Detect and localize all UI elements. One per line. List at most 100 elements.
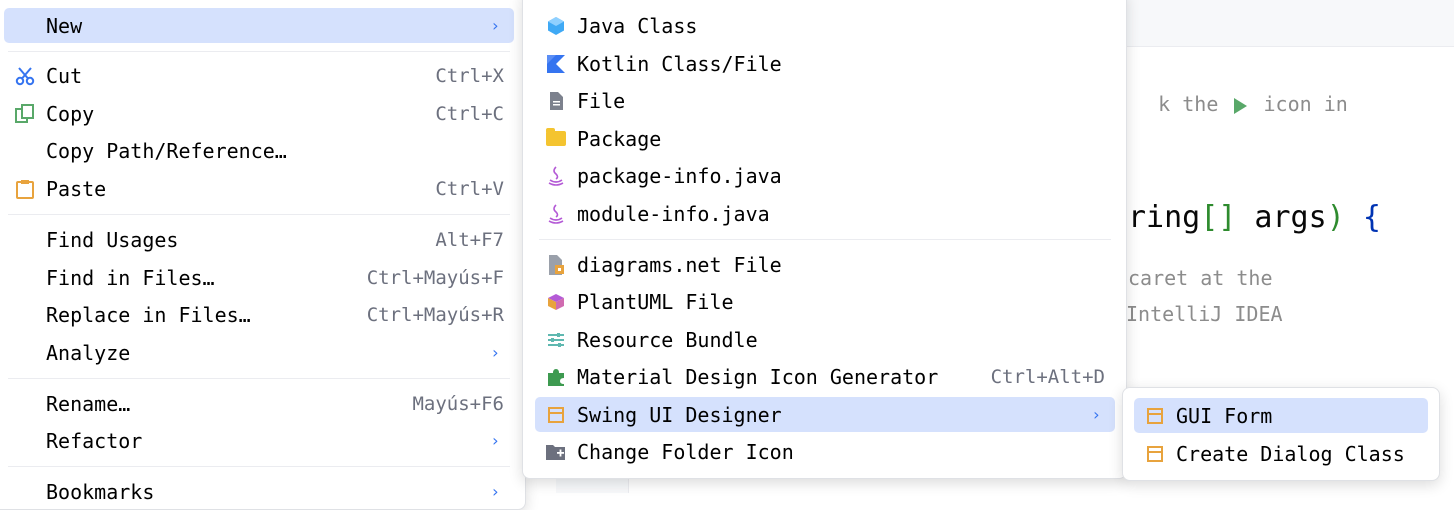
- menu-item-create-dialog-class[interactable]: Create Dialog Class: [1134, 436, 1428, 471]
- code-text: ring: [1128, 200, 1201, 235]
- file-icon: [545, 90, 567, 112]
- menu-item-label: Replace in Files…: [46, 302, 251, 327]
- menu-item-label: Paste: [46, 176, 107, 201]
- menu-item-find-in-files[interactable]: Find in Files… Ctrl+Mayús+F: [4, 260, 514, 295]
- menu-item-paste[interactable]: Paste Ctrl+V: [4, 171, 514, 206]
- scissors-icon: [14, 65, 36, 87]
- java-file-icon: [545, 203, 567, 225]
- code-text: k the: [1158, 92, 1219, 116]
- gui-form-icon: [1144, 405, 1166, 427]
- swing-form-icon: [545, 404, 567, 426]
- chevron-right-icon: ›: [490, 16, 500, 35]
- menu-item-find-usages[interactable]: Find Usages Alt+F7: [4, 222, 514, 257]
- menu-item-label: Swing UI Designer: [577, 402, 782, 427]
- menu-item-label: Create Dialog Class: [1176, 441, 1405, 466]
- menu-item-label: diagrams.net File: [577, 252, 782, 277]
- editor-tab-strip: [1126, 0, 1454, 47]
- menu-item-change-folder-icon[interactable]: Change Folder Icon: [535, 434, 1115, 469]
- menu-separator: [8, 214, 510, 215]
- shortcut-label: Ctrl+V: [435, 177, 504, 200]
- java-file-icon: [545, 165, 567, 187]
- menu-item-label: Bookmarks: [46, 479, 155, 504]
- menu-item-label: Refactor: [46, 428, 143, 453]
- menu-item-rename[interactable]: Rename… Mayús+F6: [4, 386, 514, 421]
- menu-item-swing-ui-designer[interactable]: Swing UI Designer ›: [535, 397, 1115, 432]
- menu-item-gui-form[interactable]: GUI Form: [1134, 398, 1428, 433]
- code-main-signature: ring[] args) {: [1128, 200, 1381, 235]
- dialog-class-icon: [1144, 443, 1166, 465]
- menu-item-resource-bundle[interactable]: Resource Bundle: [535, 322, 1115, 357]
- java-class-icon: [545, 15, 567, 37]
- shortcut-label: Alt+F7: [435, 228, 504, 251]
- package-folder-icon: [545, 128, 567, 150]
- menu-item-package[interactable]: Package: [535, 121, 1115, 156]
- code-comment-line-1: k the icon in: [1110, 68, 1348, 140]
- code-comment-line-4: IntelliJ IDEA: [1126, 302, 1283, 326]
- menu-item-kotlin-class[interactable]: Kotlin Class/File: [535, 46, 1115, 81]
- menu-item-label: Change Folder Icon: [577, 439, 794, 464]
- code-brace: {: [1362, 200, 1381, 235]
- code-comment-line-3: caret at the: [1128, 266, 1273, 290]
- new-submenu: Java Class Kotlin Class/File File Packag…: [522, 0, 1127, 479]
- context-menu: New › Cut Ctrl+X Copy Ctrl+C Copy Path/R…: [0, 0, 526, 510]
- menu-item-new[interactable]: New ›: [4, 8, 514, 43]
- menu-item-label: Find Usages: [46, 227, 179, 252]
- diagrams-icon: [545, 254, 567, 276]
- menu-item-label: File: [577, 88, 626, 113]
- menu-item-bookmarks[interactable]: Bookmarks ›: [4, 474, 514, 509]
- menu-item-label: Kotlin Class/File: [577, 51, 782, 76]
- menu-item-package-info[interactable]: package-info.java: [535, 158, 1115, 193]
- menu-item-copy-path[interactable]: Copy Path/Reference…: [4, 133, 514, 168]
- menu-item-label: Copy: [46, 101, 95, 126]
- menu-item-label: Resource Bundle: [577, 327, 758, 352]
- menu-item-analyze[interactable]: Analyze ›: [4, 335, 514, 370]
- kotlin-icon: [545, 53, 567, 75]
- menu-item-module-info[interactable]: module-info.java: [535, 196, 1115, 231]
- code-paren: ): [1326, 200, 1345, 235]
- copy-icon: [14, 103, 36, 125]
- menu-separator: [8, 378, 510, 379]
- menu-separator: [539, 239, 1111, 240]
- menu-item-label: Copy Path/Reference…: [46, 138, 287, 163]
- code-text: args: [1236, 200, 1327, 235]
- menu-item-refactor[interactable]: Refactor ›: [4, 423, 514, 458]
- chevron-right-icon: ›: [490, 431, 500, 450]
- shortcut-label: Ctrl+Mayús+R: [366, 303, 504, 326]
- code-bracket: []: [1200, 200, 1237, 235]
- menu-item-label: GUI Form: [1176, 403, 1273, 428]
- menu-separator: [8, 51, 510, 52]
- shortcut-label: Ctrl+C: [435, 102, 504, 125]
- menu-item-label: Find in Files…: [46, 265, 215, 290]
- chevron-right-icon: ›: [1091, 405, 1101, 424]
- shortcut-label: Ctrl+X: [435, 64, 504, 87]
- menu-item-cut[interactable]: Cut Ctrl+X: [4, 58, 514, 93]
- menu-item-label: Material Design Icon Generator: [577, 364, 939, 389]
- run-icon: [1234, 97, 1248, 114]
- chevron-right-icon: ›: [490, 343, 500, 362]
- menu-item-plantuml-file[interactable]: PlantUML File: [535, 284, 1115, 319]
- menu-item-material-icon-generator[interactable]: Material Design Icon Generator Ctrl+Alt+…: [535, 359, 1115, 394]
- menu-item-java-class[interactable]: Java Class: [535, 8, 1115, 43]
- menu-item-label: New: [46, 13, 83, 38]
- menu-item-replace-in-files[interactable]: Replace in Files… Ctrl+Mayús+R: [4, 297, 514, 332]
- chevron-right-icon: ›: [490, 482, 500, 501]
- menu-item-diagrams-file[interactable]: diagrams.net File: [535, 247, 1115, 282]
- shortcut-label: Mayús+F6: [412, 392, 504, 415]
- menu-item-label: package-info.java: [577, 163, 782, 188]
- folder-plus-icon: [545, 441, 567, 463]
- swing-ui-designer-submenu: GUI Form Create Dialog Class: [1122, 387, 1440, 481]
- menu-item-label: Analyze: [46, 340, 131, 365]
- plantuml-icon: [545, 291, 567, 313]
- code-text: icon in: [1263, 92, 1348, 116]
- menu-item-label: module-info.java: [577, 201, 770, 226]
- shortcut-label: Ctrl+Alt+D: [990, 365, 1105, 388]
- clipboard-icon: [14, 178, 36, 200]
- menu-item-label: Rename…: [46, 391, 131, 416]
- menu-item-label: Cut: [46, 63, 83, 88]
- menu-item-file[interactable]: File: [535, 83, 1115, 118]
- menu-item-copy[interactable]: Copy Ctrl+C: [4, 96, 514, 131]
- menu-separator: [8, 466, 510, 467]
- menu-item-label: Java Class: [577, 13, 698, 38]
- menu-item-label: Package: [577, 126, 662, 151]
- shortcut-label: Ctrl+Mayús+F: [366, 266, 504, 289]
